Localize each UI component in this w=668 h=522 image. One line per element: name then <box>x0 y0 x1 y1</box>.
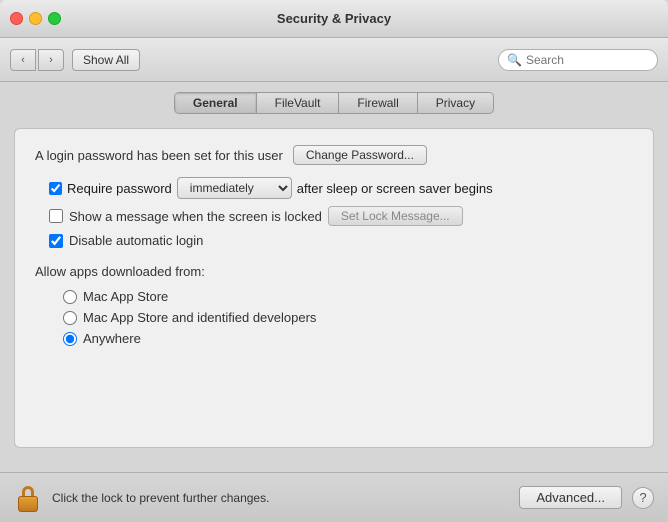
traffic-lights <box>10 12 61 25</box>
minimize-button[interactable] <box>29 12 42 25</box>
set-lock-message-button[interactable]: Set Lock Message... <box>328 206 463 226</box>
tab-firewall[interactable]: Firewall <box>339 93 417 113</box>
nav-buttons: ‹ › <box>10 49 64 71</box>
maximize-button[interactable] <box>48 12 61 25</box>
anywhere-radio[interactable] <box>63 332 77 346</box>
show-message-checkbox[interactable] <box>49 209 63 223</box>
show-message-row: Show a message when the screen is locked… <box>49 206 633 226</box>
app-store-identified-radio-row: Mac App Store and identified developers <box>63 310 633 325</box>
toolbar: ‹ › Show All 🔍 <box>0 38 668 82</box>
show-message-label[interactable]: Show a message when the screen is locked <box>69 209 322 224</box>
after-sleep-text: after sleep or screen saver begins <box>297 181 493 196</box>
require-password-label[interactable]: Require password <box>67 181 172 196</box>
app-store-label[interactable]: Mac App Store <box>83 289 168 304</box>
lock-icon[interactable] <box>14 484 42 512</box>
window-title: Security & Privacy <box>277 11 391 26</box>
require-password-checkbox[interactable] <box>49 182 62 195</box>
general-panel: A login password has been set for this u… <box>14 128 654 448</box>
forward-button[interactable]: › <box>38 49 64 71</box>
disable-auto-login-label[interactable]: Disable automatic login <box>69 233 203 248</box>
disable-auto-login-row: Disable automatic login <box>49 233 633 248</box>
app-store-identified-radio[interactable] <box>63 311 77 325</box>
password-timing-dropdown[interactable]: immediately 5 seconds 1 minute 5 minutes… <box>177 177 292 199</box>
bottom-bar: Click the lock to prevent further change… <box>0 472 668 522</box>
allow-apps-section: Allow apps downloaded from: Mac App Stor… <box>35 264 633 346</box>
require-password-row: Require password immediately 5 seconds 1… <box>49 177 633 199</box>
change-password-button[interactable]: Change Password... <box>293 145 427 165</box>
tab-privacy[interactable]: Privacy <box>418 93 493 113</box>
lock-shackle <box>22 486 34 496</box>
disable-auto-login-checkbox[interactable] <box>49 234 63 248</box>
show-all-button[interactable]: Show All <box>72 49 140 71</box>
anywhere-label[interactable]: Anywhere <box>83 331 141 346</box>
radio-section: Mac App Store Mac App Store and identifi… <box>63 289 633 346</box>
lock-body <box>18 496 38 512</box>
login-password-row: A login password has been set for this u… <box>35 145 633 165</box>
search-box: 🔍 <box>498 49 658 71</box>
search-icon: 🔍 <box>507 53 522 67</box>
search-input[interactable] <box>526 53 649 67</box>
advanced-button[interactable]: Advanced... <box>519 486 622 509</box>
tabs: General FileVault Firewall Privacy <box>174 92 494 114</box>
app-store-identified-label[interactable]: Mac App Store and identified developers <box>83 310 316 325</box>
main-content: General FileVault Firewall Privacy A log… <box>0 82 668 472</box>
anywhere-radio-row: Anywhere <box>63 331 633 346</box>
tab-filevault[interactable]: FileVault <box>257 93 340 113</box>
back-button[interactable]: ‹ <box>10 49 36 71</box>
tabs-container: General FileVault Firewall Privacy <box>14 92 654 114</box>
title-bar: Security & Privacy <box>0 0 668 38</box>
checkbox-section: Require password immediately 5 seconds 1… <box>49 177 633 248</box>
help-button[interactable]: ? <box>632 487 654 509</box>
login-password-text: A login password has been set for this u… <box>35 148 283 163</box>
allow-apps-label: Allow apps downloaded from: <box>35 264 633 279</box>
close-button[interactable] <box>10 12 23 25</box>
tab-general[interactable]: General <box>175 93 257 113</box>
lock-text: Click the lock to prevent further change… <box>52 491 509 505</box>
app-store-radio[interactable] <box>63 290 77 304</box>
app-store-radio-row: Mac App Store <box>63 289 633 304</box>
